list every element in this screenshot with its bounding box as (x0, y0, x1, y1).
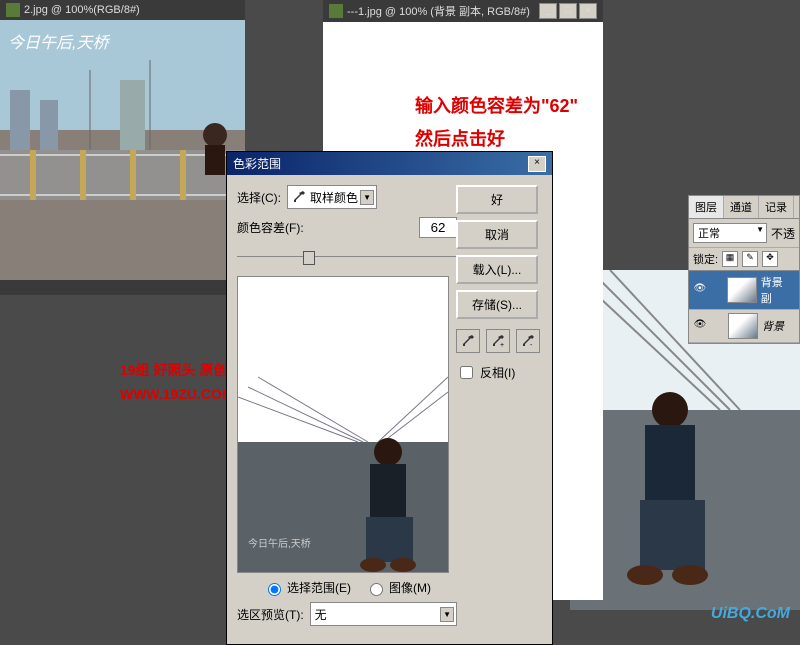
layer-thumbnail (728, 313, 758, 339)
close-button[interactable]: × (579, 3, 597, 19)
window-controls: _ □ × (539, 3, 597, 19)
eyedropper-add-button[interactable]: + (486, 329, 510, 353)
radio-image-input[interactable] (370, 583, 383, 596)
annotation-text-2: 然后点击好 (415, 125, 505, 151)
svg-text:-: - (530, 342, 533, 348)
minimize-button[interactable]: _ (539, 3, 557, 19)
radio-selection-input[interactable] (268, 583, 281, 596)
layer-name: 背景 副 (761, 274, 796, 306)
svg-text:今日午后,天桥: 今日午后,天桥 (248, 537, 311, 550)
slider-track (237, 256, 457, 257)
tab-layers[interactable]: 图层 (689, 196, 724, 218)
save-button[interactable]: 存储(S)... (456, 290, 538, 319)
select-value: 取样颜色 (310, 189, 358, 206)
slider-thumb[interactable] (303, 251, 315, 265)
fuzziness-label: 颜色容差(F): (237, 219, 304, 236)
doc-content-left[interactable]: 今日午后,天桥 (0, 20, 245, 280)
tab-channels[interactable]: 通道 (724, 196, 759, 218)
radio-selection[interactable]: 选择范围(E) (263, 579, 351, 596)
eyedropper-subtract-button[interactable]: - (516, 329, 540, 353)
tab-history[interactable]: 记录 (759, 196, 794, 218)
visibility-icon[interactable]: 👁 (692, 283, 708, 297)
lock-label: 锁定: (693, 251, 718, 267)
dialog-title: 色彩范围 (233, 155, 281, 172)
doc-icon (329, 4, 343, 18)
lock-transparency-icon[interactable]: ▦ (722, 251, 738, 267)
eyedropper-icon (292, 190, 306, 204)
layer-name: 背景 (762, 318, 784, 334)
invert-checkbox[interactable] (460, 366, 473, 379)
fuzziness-slider[interactable] (237, 246, 457, 266)
selection-preview-label: 选区预览(T): (237, 606, 304, 623)
color-range-dialog: 色彩范围 × 选择(C): 取样颜色 颜色容差(F): (226, 151, 553, 645)
selection-preview-dropdown[interactable]: 无 (310, 602, 457, 626)
svg-text:+: + (500, 342, 504, 348)
doc-title-right: ---1.jpg @ 100% (背景 副本, RGB/8#) (347, 3, 530, 19)
annotation-text-1: 输入颜色容差为"62" (415, 92, 578, 118)
selection-preview-value: 无 (315, 606, 327, 623)
invert-label: 反相(I) (480, 364, 515, 381)
doc-titlebar-left: 2.jpg @ 100%(RGB/8#) (0, 0, 245, 20)
dialog-close-button[interactable]: × (528, 156, 546, 172)
credit-text-2: WWW.19ZU.COM (120, 386, 234, 402)
doc-titlebar-right: ---1.jpg @ 100% (背景 副本, RGB/8#) _ □ × (323, 0, 603, 22)
ok-button[interactable]: 好 (456, 185, 538, 214)
layer-item-copy[interactable]: 👁 背景 副 (689, 271, 799, 310)
eyedropper-button[interactable] (456, 329, 480, 353)
site-watermark: UiBQ.CoM (711, 605, 790, 623)
blend-mode-dropdown[interactable]: 正常 (693, 223, 767, 243)
select-label: 选择(C): (237, 189, 281, 206)
photo-bridge: 今日午后,天桥 (0, 20, 245, 280)
maximize-button[interactable]: □ (559, 3, 577, 19)
preview-image[interactable]: 今日午后,天桥 (237, 276, 449, 573)
cancel-button[interactable]: 取消 (456, 220, 538, 249)
doc-title-left: 2.jpg @ 100%(RGB/8#) (24, 4, 140, 16)
layer-item-background[interactable]: 👁 背景 (689, 310, 799, 343)
visibility-icon[interactable]: 👁 (692, 319, 708, 333)
fuzziness-input[interactable] (419, 217, 457, 238)
lock-pixels-icon[interactable]: ✎ (742, 251, 758, 267)
dialog-titlebar[interactable]: 色彩范围 × (227, 152, 552, 175)
lock-position-icon[interactable]: ✥ (762, 251, 778, 267)
load-button[interactable]: 载入(L)... (456, 255, 538, 284)
layer-thumbnail (727, 277, 756, 303)
radio-image[interactable]: 图像(M) (365, 579, 431, 596)
layers-panel: 图层 通道 记录 正常 不透 锁定: ▦ ✎ ✥ 👁 背景 副 👁 背景 (688, 195, 800, 344)
opacity-label: 不透 (771, 225, 795, 242)
select-dropdown[interactable]: 取样颜色 (287, 185, 377, 209)
document-window-left: 2.jpg @ 100%(RGB/8#) 今日午后,天桥 (0, 0, 245, 295)
doc-icon (6, 3, 20, 17)
photo-watermark: 今日午后,天桥 (8, 34, 110, 52)
